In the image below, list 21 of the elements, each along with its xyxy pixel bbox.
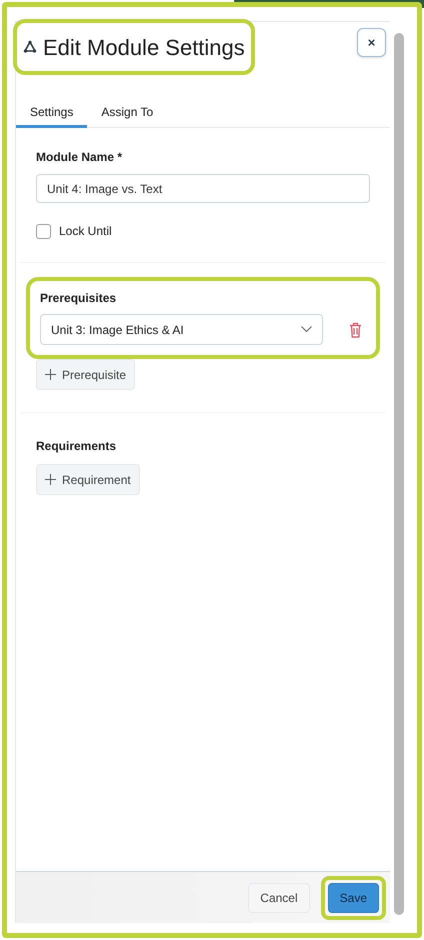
section-heading: Prerequisites bbox=[40, 290, 118, 307]
add-prerequisite-button[interactable]: Prerequisite bbox=[36, 359, 136, 390]
prerequisite-select[interactable]: Unit 3: Image Ethics & AI bbox=[40, 314, 323, 345]
module-name-field[interactable]: Unit 4: Image vs. Text bbox=[36, 174, 370, 203]
tab[interactable]: Settings bbox=[16, 98, 88, 128]
section-heading: Requirements bbox=[36, 438, 118, 455]
checkbox-label: Lock Until bbox=[59, 223, 112, 240]
lock-until-checkbox[interactable] bbox=[36, 224, 51, 238]
cancel-button[interactable]: Cancel bbox=[248, 882, 310, 912]
field-label: Module Name * bbox=[36, 149, 124, 166]
plus-icon bbox=[45, 369, 56, 380]
add-requirement-button[interactable]: Requirement bbox=[36, 464, 140, 495]
modules-icon bbox=[23, 40, 37, 54]
delete-icon[interactable] bbox=[349, 322, 362, 338]
plus-icon bbox=[45, 474, 56, 485]
save-button[interactable]: Save bbox=[328, 882, 379, 912]
scrollbar[interactable] bbox=[394, 33, 404, 915]
dialog-title: Edit Module Settings bbox=[43, 34, 245, 62]
chevron-down-icon bbox=[301, 326, 312, 333]
close-button[interactable]: × bbox=[357, 28, 386, 57]
tab[interactable]: Assign To bbox=[87, 98, 168, 128]
